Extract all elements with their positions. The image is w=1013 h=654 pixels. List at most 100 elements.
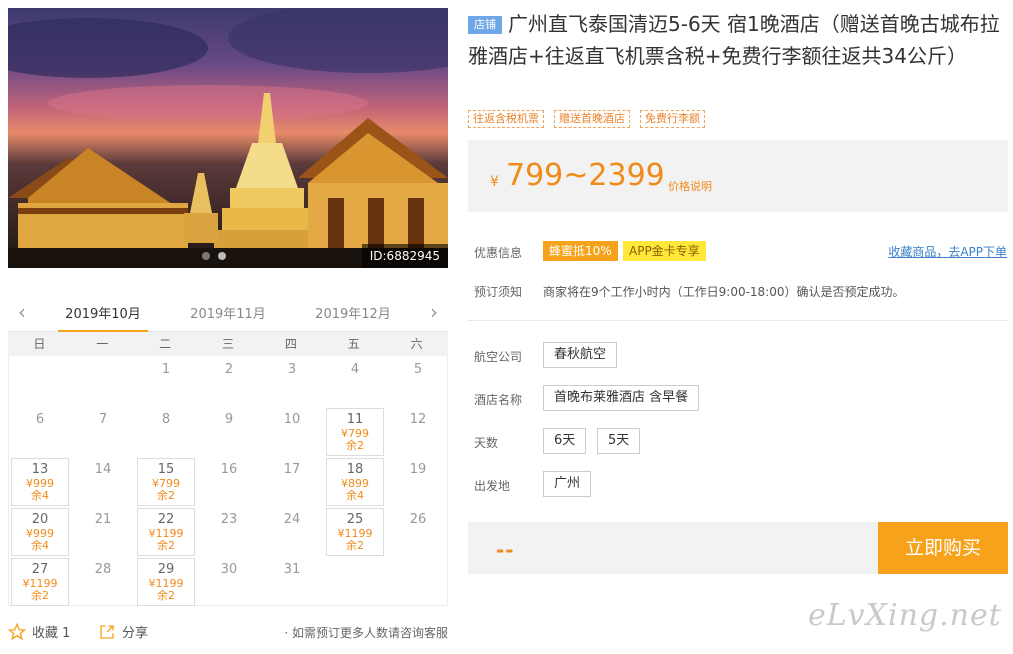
calendar-day: 23: [200, 508, 258, 556]
calendar-day-number: 22: [157, 512, 175, 527]
calendar-day-number: 4: [350, 362, 360, 377]
calendar-day-number: 28: [94, 562, 112, 577]
hotel-label: 酒店名称: [474, 393, 523, 407]
price-explanation-link[interactable]: 价格说明: [668, 178, 712, 194]
calendar-day-available[interactable]: 27 ¥1199 余2: [11, 558, 69, 606]
calendar-day-number: 1: [161, 362, 171, 377]
calendar-day-remaining: 余4: [346, 489, 364, 502]
days-option-5[interactable]: 5天: [597, 428, 641, 454]
product-tags: 往返含税机票 赠送首晚酒店 免费行李额: [468, 110, 715, 128]
calendar-day-number: 29: [157, 562, 175, 577]
calendar-day: 21: [74, 508, 132, 556]
airline-label: 航空公司: [474, 350, 523, 364]
offers-label: 优惠信息: [474, 246, 523, 260]
calendar-day-available[interactable]: 29 ¥1199 余2: [137, 558, 195, 606]
promo-app-gold-badge: APP金卡专享: [623, 241, 706, 261]
calendar-day: 24: [263, 508, 321, 556]
calendar-day-remaining: 余4: [31, 539, 49, 552]
app-order-link[interactable]: 收藏商品，去APP下单: [888, 243, 1007, 260]
calendar-day: 4: [326, 358, 384, 406]
calendar-day-number: 17: [283, 462, 301, 477]
price-panel: ¥ 799~2399 价格说明: [468, 140, 1008, 212]
calendar-day-available[interactable]: 13 ¥999 余4: [11, 458, 69, 506]
tab-month-dec[interactable]: 2019年12月: [308, 303, 398, 322]
calendar-day-number: 31: [283, 562, 301, 577]
calendar-day: 31: [263, 558, 321, 606]
calendar-day-remaining: 余2: [157, 589, 175, 602]
weekday-mon: 一: [96, 337, 109, 351]
calendar-day: 9: [200, 408, 258, 456]
tab-month-oct[interactable]: 2019年10月: [58, 303, 148, 332]
calendar-day: 19: [389, 458, 447, 506]
price-range: 799~2399: [506, 158, 665, 193]
calendar-day: 12: [389, 408, 447, 456]
calendar-day-remaining: 余2: [157, 539, 175, 552]
buy-now-button[interactable]: 立即购买: [878, 522, 1008, 574]
calendar-month-header: ‹ 2019年10月 2019年11月 2019年12月 ›: [8, 296, 448, 332]
calendar-day-number: 30: [220, 562, 238, 577]
calendar-day-number: 18: [346, 462, 364, 477]
calendar-grid: 1 2 3 4 5 6 7 8 9 10 11 ¥799 余2 12 13 ¥999 余4 14 15 ¥799 余2 1…: [8, 356, 448, 606]
price-currency: ¥: [490, 174, 499, 190]
departure-label: 出发地: [474, 479, 511, 493]
calendar-day-available[interactable]: 22 ¥1199 余2: [137, 508, 195, 556]
calendar-day-number: 25: [346, 512, 364, 527]
calendar-day-number: 24: [283, 512, 301, 527]
calendar-day-number: 11: [346, 412, 364, 427]
share-button[interactable]: 分享: [98, 622, 148, 641]
calendar-day-number: 7: [98, 412, 108, 427]
calendar-weekday-row: 日 一 二 三 四 五 六: [8, 332, 448, 356]
calendar-day-number: 27: [31, 562, 49, 577]
calendar-day-available[interactable]: 18 ¥899 余4: [326, 458, 384, 506]
date-calendar: ‹ 2019年10月 2019年11月 2019年12月 › 日 一 二 三 四…: [8, 296, 448, 606]
calendar-day-number: 23: [220, 512, 238, 527]
days-option-6[interactable]: 6天: [543, 428, 587, 454]
days-label: 天数: [474, 436, 499, 450]
calendar-day-number: 21: [94, 512, 112, 527]
calendar-day-number: 26: [409, 512, 427, 527]
calendar-day-number: 6: [35, 412, 45, 427]
weekday-thu: 四: [284, 337, 297, 351]
calendar-day-available[interactable]: 25 ¥1199 余2: [326, 508, 384, 556]
tag-roundtrip-ticket: 往返含税机票: [468, 110, 544, 128]
hotel-option[interactable]: 首晚布莱雅酒店 含早餐: [543, 385, 700, 411]
photo-actions: 收藏 1 分享 · 如需预订更多人数请咨询客服: [8, 620, 448, 642]
share-label: 分享: [122, 626, 149, 641]
calendar-day: 10: [263, 408, 321, 456]
departure-option[interactable]: 广州: [543, 471, 592, 497]
calendar-day-number: 19: [409, 462, 427, 477]
calendar-day-available[interactable]: 11 ¥799 余2: [326, 408, 384, 456]
calendar-day-available[interactable]: 15 ¥799 余2: [137, 458, 195, 506]
product-title: 广州直飞泰国清迈5-6天 宿1晚酒店（赠送首晚古城布拉雅酒店+往返直飞机票含税+…: [468, 12, 1000, 68]
promo-honey-badge: 蜂蜜抵10%: [543, 241, 618, 261]
calendar-day: 3: [263, 358, 321, 406]
calendar-day-number: 20: [31, 512, 49, 527]
calendar-day-number: 5: [413, 362, 423, 377]
calendar-day-number: 12: [409, 412, 427, 427]
calendar-day: 17: [263, 458, 321, 506]
favorite-button[interactable]: 收藏 1: [8, 622, 70, 641]
calendar-day-available[interactable]: 20 ¥999 余4: [11, 508, 69, 556]
chevron-right-icon[interactable]: ›: [424, 300, 444, 324]
site-watermark: eLvXing.net: [808, 598, 1002, 633]
calendar-day-number: 16: [220, 462, 238, 477]
booking-notice-label: 预订须知: [474, 285, 523, 299]
calendar-day: 28: [74, 558, 132, 606]
calendar-day: 16: [200, 458, 258, 506]
purchase-bar: -- 立即购买: [468, 522, 1008, 574]
tab-month-nov[interactable]: 2019年11月: [183, 303, 273, 322]
photo-id-label: ID:6882945: [361, 244, 448, 268]
calendar-day: 1: [137, 358, 195, 406]
airline-option[interactable]: 春秋航空: [543, 342, 618, 368]
star-icon: [8, 622, 26, 640]
share-icon: [100, 624, 114, 639]
product-photo[interactable]: ID:6882945: [8, 8, 448, 268]
calendar-day: 2: [200, 358, 258, 406]
calendar-day-number: 13: [31, 462, 49, 477]
calendar-day-number: 3: [287, 362, 297, 377]
calendar-day: 8: [137, 408, 195, 456]
chevron-left-icon[interactable]: ‹: [12, 300, 32, 324]
weekday-wed: 三: [222, 337, 235, 351]
calendar-day: 7: [74, 408, 132, 456]
calendar-day-number: 8: [161, 412, 171, 427]
